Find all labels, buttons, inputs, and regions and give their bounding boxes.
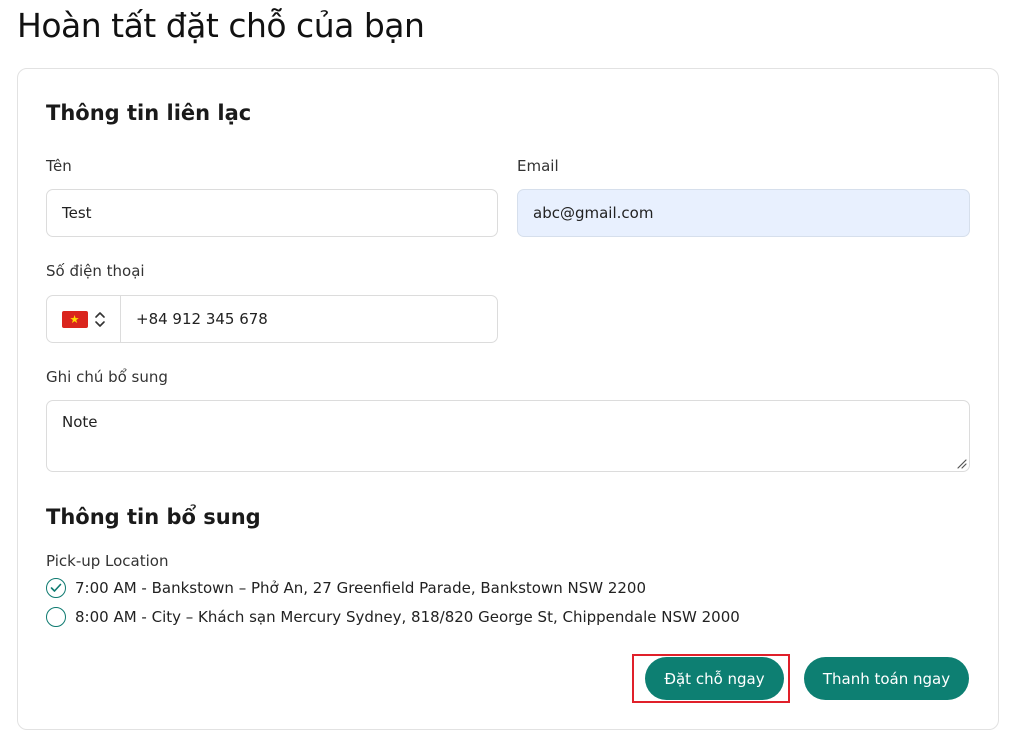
pickup-option-label: 7:00 AM - Bankstown – Phở An, 27 Greenfi… — [75, 579, 646, 597]
email-label: Email — [517, 157, 559, 175]
pickup-option-label: 8:00 AM - City – Khách sạn Mercury Sydne… — [75, 608, 740, 626]
phone-input[interactable]: +84 912 345 678 — [121, 310, 268, 328]
vietnam-flag-icon: ★ — [61, 310, 88, 328]
email-field[interactable]: abc@gmail.com — [517, 189, 970, 237]
note-label: Ghi chú bổ sung — [46, 368, 168, 386]
pickup-option-city[interactable]: 8:00 AM - City – Khách sạn Mercury Sydne… — [46, 607, 740, 627]
page-title: Hoàn tất đặt chỗ của bạn — [17, 6, 425, 45]
pickup-option-bankstown[interactable]: 7:00 AM - Bankstown – Phở An, 27 Greenfi… — [46, 578, 646, 598]
pickup-location-label: Pick-up Location — [46, 552, 169, 570]
name-field[interactable]: Test — [46, 189, 498, 237]
contact-section-title: Thông tin liên lạc — [46, 101, 252, 125]
name-value: Test — [62, 204, 92, 222]
country-code-select[interactable]: ★ — [47, 296, 121, 342]
pay-now-button[interactable]: Thanh toán ngay — [804, 657, 969, 700]
name-label: Tên — [46, 157, 72, 175]
highlight-box — [632, 654, 790, 703]
note-value: Note — [62, 413, 98, 431]
resize-handle-icon[interactable] — [956, 458, 967, 469]
booking-form-card: Thông tin liên lạc Tên Test Email abc@gm… — [17, 68, 999, 730]
chevron-up-down-icon — [94, 311, 105, 327]
phone-field: ★ +84 912 345 678 — [46, 295, 498, 343]
checkmark-icon — [50, 583, 62, 592]
radio-checked-icon[interactable] — [46, 578, 66, 598]
email-value: abc@gmail.com — [533, 204, 654, 222]
radio-unchecked-icon[interactable] — [46, 607, 66, 627]
additional-section-title: Thông tin bổ sung — [46, 505, 261, 529]
phone-label: Số điện thoại — [46, 262, 145, 280]
note-textarea[interactable]: Note — [46, 400, 970, 472]
